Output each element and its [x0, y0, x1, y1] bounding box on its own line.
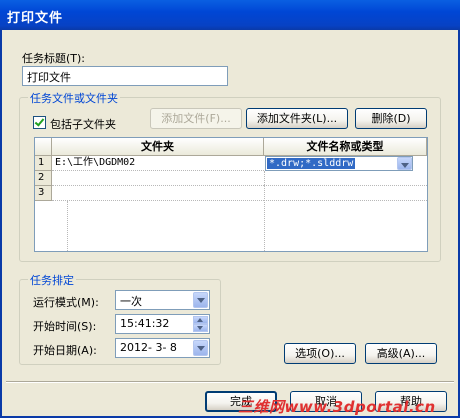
window-title: 打印文件 [7, 11, 64, 26]
footer-separator [6, 381, 454, 383]
column-divider [264, 171, 265, 251]
row-number: 2 [35, 171, 52, 186]
start-time-value: 15:41:32 [120, 317, 170, 330]
task-title-label: 任务标题(T): [22, 52, 86, 65]
files-group-title: 任务文件或文件夹 [28, 90, 120, 106]
spin-down-icon[interactable] [193, 324, 208, 332]
start-date-dropdown-icon[interactable] [193, 340, 208, 356]
row-number: 3 [35, 186, 52, 201]
schedule-group-title: 任务排定 [28, 272, 76, 288]
run-mode-select[interactable]: 一次 [115, 290, 210, 310]
type-combo-value: *.drw;*.slddrw [267, 158, 356, 169]
type-combo-dropdown-icon[interactable] [397, 157, 412, 170]
table-cell-type[interactable] [264, 171, 427, 186]
type-combo[interactable]: *.drw;*.slddrw [265, 156, 413, 171]
files-table[interactable]: 文件夹 文件名称或类型 1 E:\工作\DGDM02 *.drw;*.slddr… [34, 137, 428, 252]
table-cell-folder[interactable] [52, 186, 264, 201]
include-subfolders-label: 包括子文件夹 [50, 118, 116, 131]
include-subfolders-checkbox[interactable] [33, 116, 46, 129]
row-number: 1 [35, 156, 52, 171]
title-bar: 打印文件 [0, 0, 460, 30]
start-date-picker[interactable]: 2012- 3- 8 [115, 338, 210, 358]
delete-button[interactable]: 删除(D) [355, 108, 427, 129]
table-corner [35, 138, 52, 156]
table-cell-folder[interactable] [52, 171, 264, 186]
add-folder-button[interactable]: 添加文件夹(L)... [246, 108, 348, 129]
table-cell-type[interactable] [264, 186, 427, 201]
column-header-folder[interactable]: 文件夹 [52, 138, 264, 156]
table-cell-folder[interactable]: E:\工作\DGDM02 [52, 156, 264, 171]
start-date-value: 2012- 3- 8 [120, 341, 177, 354]
watermark: 三维网www.3dportal.cn [238, 398, 436, 416]
column-header-type[interactable]: 文件名称或类型 [264, 138, 427, 156]
add-file-button[interactable]: 添加文件(F)... [150, 108, 242, 129]
column-divider [67, 201, 68, 251]
task-title-input[interactable]: 打印文件 [22, 66, 228, 86]
run-mode-value: 一次 [120, 295, 142, 308]
options-button[interactable]: 选项(O)... [284, 343, 356, 364]
run-mode-dropdown-icon[interactable] [193, 292, 208, 308]
start-time-label: 开始时间(S): [33, 320, 97, 333]
start-date-label: 开始日期(A): [33, 344, 97, 357]
spin-up-icon[interactable] [193, 316, 208, 324]
table-cell-type[interactable]: *.drw;*.slddrw [264, 156, 427, 171]
advanced-button[interactable]: 高级(A)... [365, 343, 437, 364]
start-time-spinner[interactable] [193, 316, 208, 332]
run-mode-label: 运行模式(M): [33, 296, 99, 309]
start-time-input[interactable]: 15:41:32 [115, 314, 210, 334]
